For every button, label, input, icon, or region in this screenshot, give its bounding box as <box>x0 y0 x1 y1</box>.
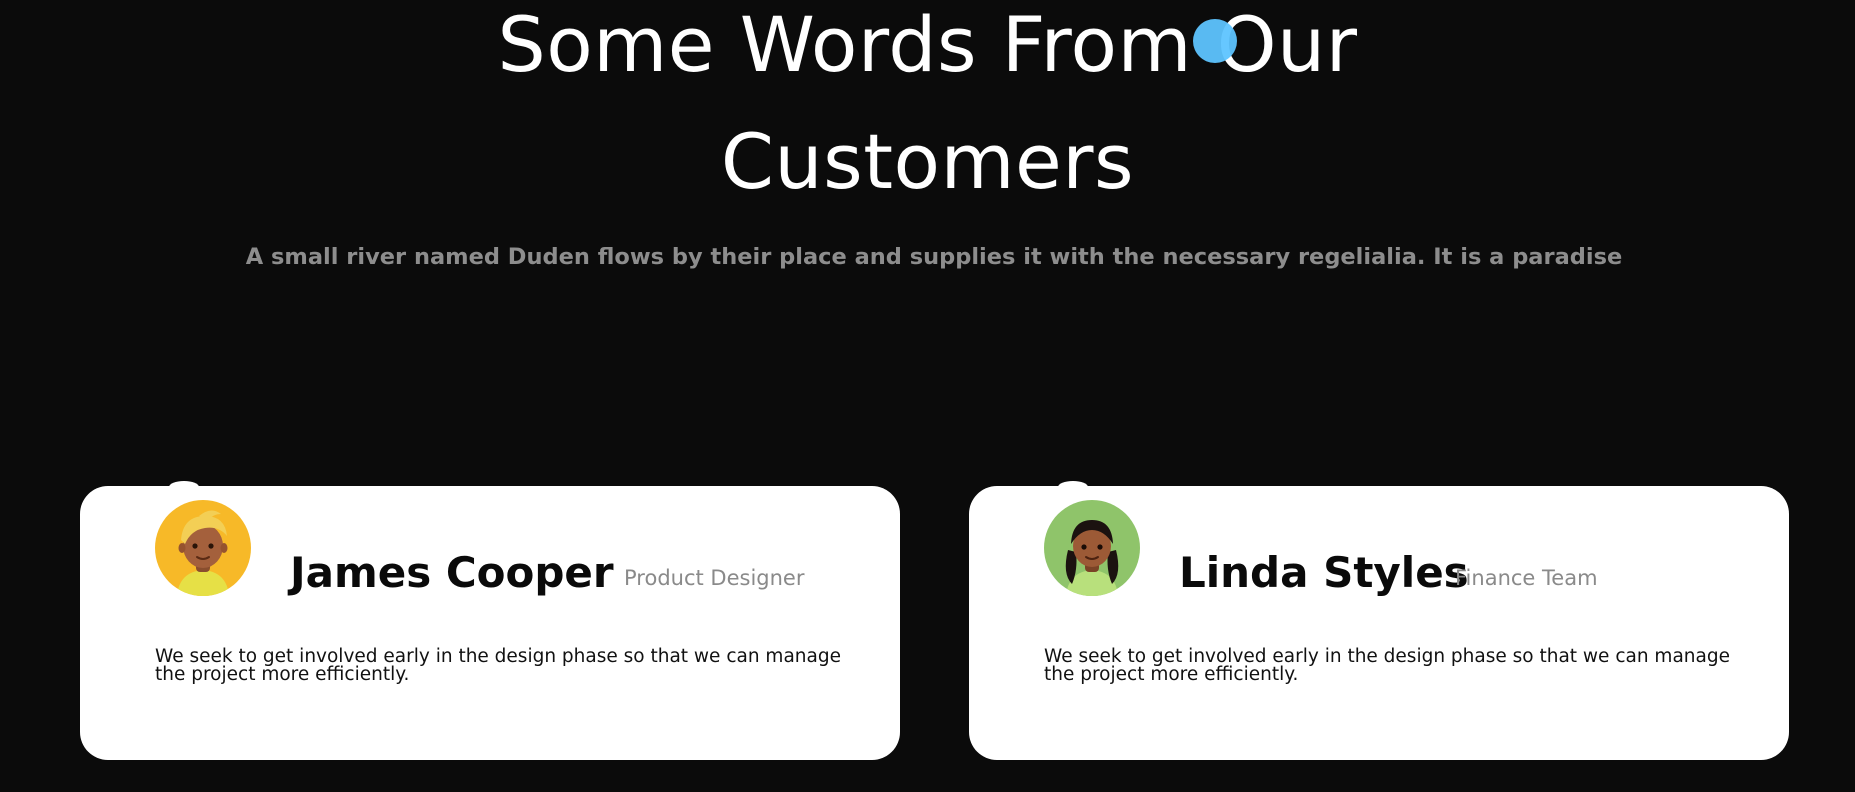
testimonial-quote: We seek to get involved early in the des… <box>155 646 841 685</box>
section-subtitle: A small river named Duden flows by their… <box>245 244 1623 270</box>
avatar-notch <box>1058 481 1088 493</box>
avatar-icon <box>1044 500 1140 596</box>
section-title-line-2: Customers <box>720 117 1135 206</box>
customer-name: James Cooper <box>290 548 614 597</box>
avatar-icon <box>155 500 251 596</box>
customer-role: Finance Team <box>1455 566 1598 590</box>
testimonials-section: Some Words From Our Customers A small ri… <box>0 0 1855 792</box>
avatar-notch <box>169 481 199 493</box>
avatar <box>1044 500 1140 596</box>
testimonial-card: Linda Styles Finance Team We seek to get… <box>969 481 1789 760</box>
testimonial-quote: We seek to get involved early in the des… <box>1044 646 1730 685</box>
avatar <box>155 500 251 596</box>
testimonial-card: James Cooper Product Designer We seek to… <box>80 481 900 760</box>
customer-name: Linda Styles <box>1179 548 1469 597</box>
cursor-indicator <box>1193 19 1237 63</box>
section-title: Some Words From Our Customers <box>0 0 1855 220</box>
customer-role: Product Designer <box>624 566 805 590</box>
